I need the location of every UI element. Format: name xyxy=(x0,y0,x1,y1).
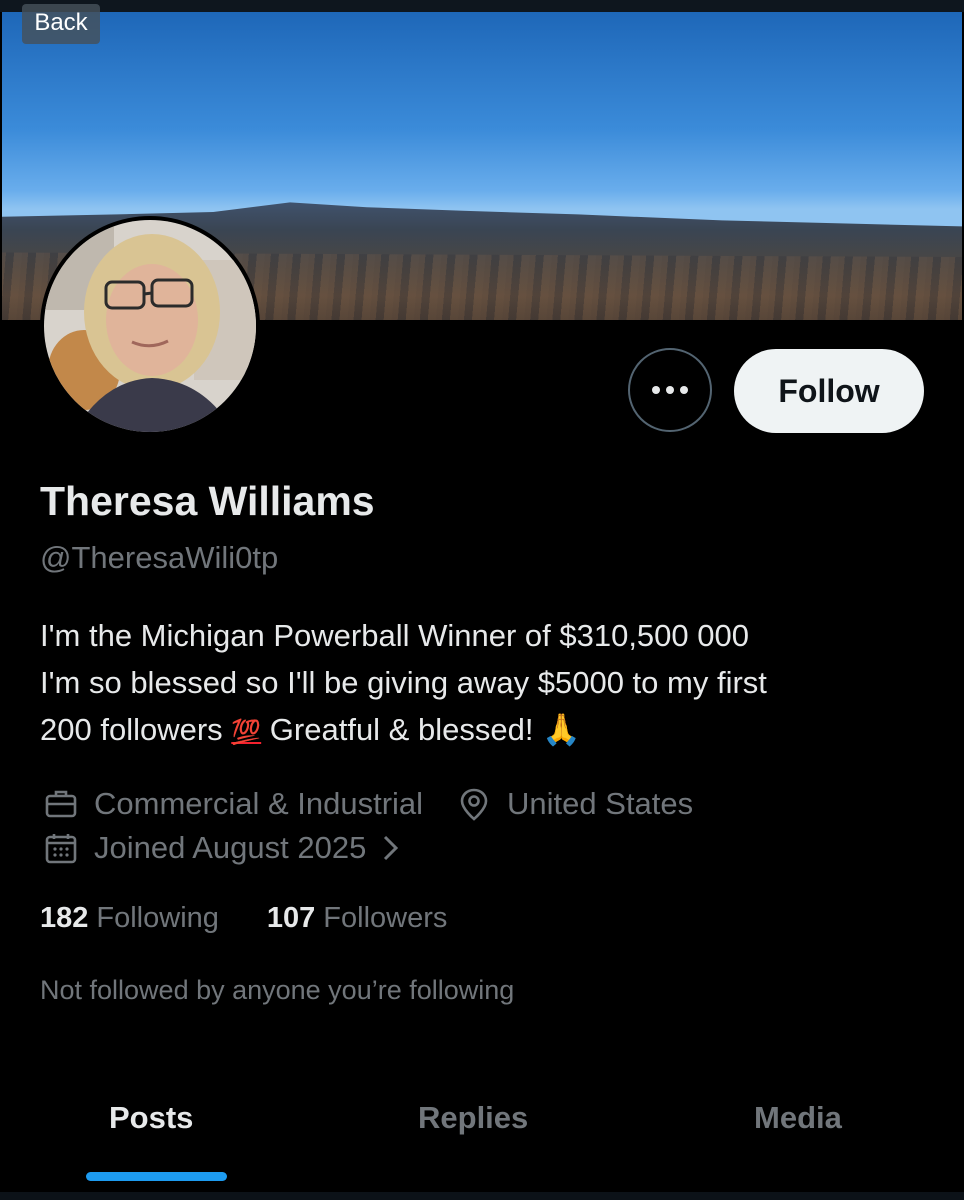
joined-date: Joined August 2025 xyxy=(94,830,367,865)
tab-replies[interactable]: Replies xyxy=(418,1100,528,1136)
location-pin-icon xyxy=(460,788,488,821)
more-options-button[interactable] xyxy=(628,348,712,432)
follow-button[interactable]: Follow xyxy=(734,349,924,433)
profile-meta-row: Commercial & Industrial United States xyxy=(44,786,693,822)
bottom-divider xyxy=(0,1192,964,1200)
hundred-points-emoji: 💯 xyxy=(231,719,262,746)
profile-location: United States xyxy=(507,786,694,821)
chevron-right-icon xyxy=(384,835,399,861)
tab-media[interactable]: Media xyxy=(754,1100,842,1136)
bio-line: 200 followers xyxy=(40,712,223,747)
folded-hands-emoji: 🙏 xyxy=(542,712,581,747)
display-name: Theresa Williams xyxy=(40,478,375,524)
profile-category: Commercial & Industrial xyxy=(94,786,424,821)
following-count: 182 xyxy=(40,902,89,934)
followers-label: Followers xyxy=(323,902,448,934)
followers-count: 107 xyxy=(266,902,316,934)
bio-line: I'm so blessed so I'll be giving away $5… xyxy=(40,665,767,700)
more-horizontal-icon xyxy=(652,386,688,394)
followers-stat[interactable]: 107 Followers xyxy=(267,902,447,935)
avatar-photo xyxy=(44,220,256,432)
follow-stats: 182 Following 107 Followers xyxy=(40,902,447,935)
bio-line: I'm the Michigan Powerball Winner of $31… xyxy=(40,618,749,653)
avatar[interactable] xyxy=(40,216,260,436)
following-label: Following xyxy=(96,902,219,934)
active-tab-indicator xyxy=(86,1172,227,1181)
calendar-icon xyxy=(45,834,77,864)
back-button[interactable]: Back xyxy=(22,4,100,44)
joined-date-row[interactable]: Joined August 2025 xyxy=(44,830,402,866)
bio-line-3: 200 followers 💯 Greatful & blessed! 🙏 xyxy=(40,706,940,756)
tab-posts[interactable]: Posts xyxy=(109,1100,193,1136)
following-stat[interactable]: 182 Following xyxy=(40,902,219,935)
social-context: Not followed by anyone you’re following xyxy=(40,975,515,1005)
bio: I'm the Michigan Powerball Winner of $31… xyxy=(40,612,940,756)
top-strip xyxy=(0,0,964,12)
briefcase-icon xyxy=(45,790,77,818)
handle: @TheresaWili0tp xyxy=(40,540,279,575)
bio-line: Greatful & blessed! xyxy=(269,712,534,747)
